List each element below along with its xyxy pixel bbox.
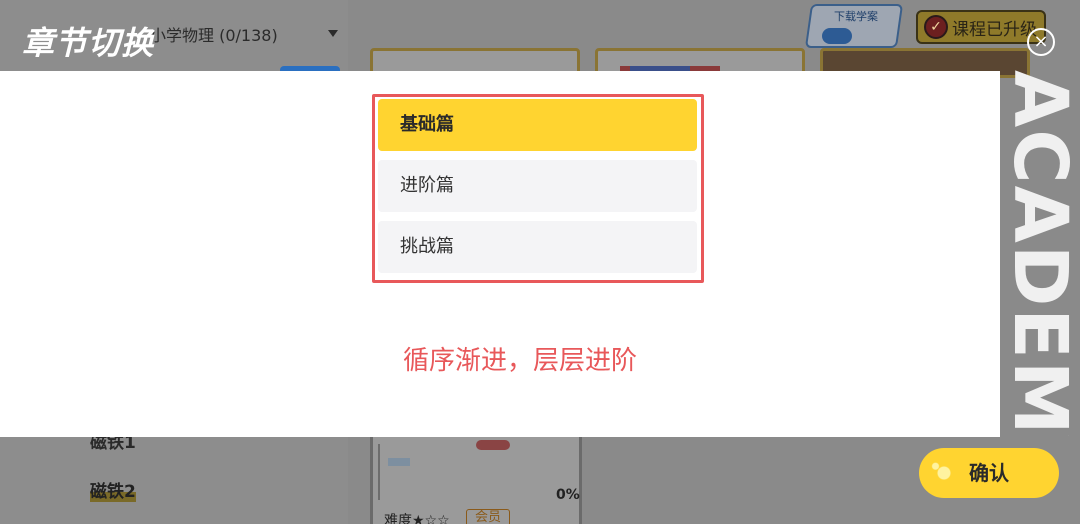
confirm-label: 确认: [969, 461, 1009, 485]
member-tag: 会员: [466, 509, 510, 524]
close-icon[interactable]: ×: [1027, 28, 1055, 56]
cloud-download-icon: [822, 28, 852, 44]
chapter-list: 基础篇 进阶篇 挑战篇: [372, 94, 704, 283]
progress-text: 0%: [556, 487, 580, 503]
chapter-item-challenge[interactable]: 挑战篇: [378, 221, 697, 273]
dialog-title: 章节切换: [22, 24, 155, 62]
upgrade-label: 课程已升级: [952, 19, 1037, 40]
preview-line: [378, 444, 380, 500]
chapter-item-advanced[interactable]: 进阶篇: [378, 160, 697, 212]
preview-pill: [476, 440, 510, 450]
lesson-item[interactable]: 磁铁2: [90, 477, 136, 502]
subject-select[interactable]: 小学物理 (0/138): [150, 22, 278, 46]
card-preview: [372, 436, 578, 502]
check-icon: ✓: [924, 15, 948, 39]
watermark-text: ACADEMY: [1000, 70, 1080, 436]
confirm-button[interactable]: 确认: [919, 448, 1059, 498]
preview-block: [388, 458, 410, 466]
difficulty-text: 难度★☆☆: [384, 513, 450, 524]
chapter-item-basic[interactable]: 基础篇: [378, 99, 697, 151]
chevron-down-icon[interactable]: [328, 30, 338, 37]
download-label: 下载学案: [834, 10, 878, 23]
sparkle-icon: [927, 456, 961, 490]
caption-text: 循序渐进，层层进阶: [402, 346, 637, 376]
